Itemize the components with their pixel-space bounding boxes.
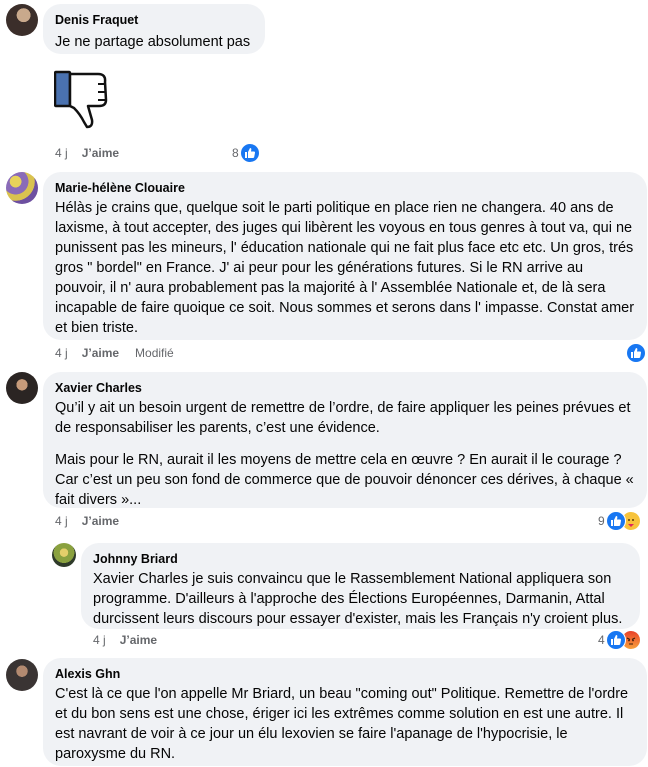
reaction-count: 8 bbox=[232, 146, 239, 160]
mention-link[interactable]: Xavier Charles bbox=[93, 571, 188, 587]
reaction-count: 9 bbox=[598, 514, 605, 528]
avatar[interactable] bbox=[6, 659, 38, 691]
comment-bubble: Alexis Ghn C'est là ce que l'on appelle … bbox=[43, 658, 647, 766]
comment-time[interactable]: 4 j bbox=[55, 514, 68, 528]
reply-bubble: Johnny Briard Xavier Charles je suis con… bbox=[81, 543, 640, 629]
comment-meta: 4 j J’aime bbox=[55, 146, 135, 160]
like-button[interactable]: J’aime bbox=[82, 146, 119, 160]
comment-time[interactable]: 4 j bbox=[55, 346, 68, 360]
like-reaction-icon bbox=[239, 143, 260, 163]
comment-author[interactable]: Marie-hélène Clouaire bbox=[55, 180, 635, 196]
comment-author[interactable]: Johnny Briard bbox=[93, 551, 628, 567]
avatar[interactable] bbox=[6, 4, 38, 36]
reaction-count: 4 bbox=[598, 633, 605, 647]
avatar[interactable] bbox=[52, 543, 76, 567]
thumbs-down-icon bbox=[53, 70, 110, 130]
comment-text: Je ne partage absolument pas bbox=[55, 34, 251, 50]
like-button[interactable]: J’aime bbox=[120, 633, 157, 647]
comment-paragraph: Qu’il y ait un besoin urgent de remettre… bbox=[55, 400, 631, 436]
comment-time[interactable]: 4 j bbox=[55, 146, 68, 160]
comment-text: Xavier Charles je suis convaincu que le … bbox=[93, 569, 628, 629]
comment-text: Qu’il y ait un besoin urgent de remettre… bbox=[55, 398, 635, 510]
comment-paragraph: Mais pour le RN, aurait il les moyens de… bbox=[55, 452, 634, 508]
comment-author[interactable]: Denis Fraquet bbox=[55, 12, 253, 28]
like-button[interactable]: J’aime bbox=[82, 514, 119, 528]
like-reaction-icon bbox=[626, 343, 646, 363]
like-reaction-icon bbox=[605, 630, 626, 650]
avatar[interactable] bbox=[6, 372, 38, 404]
comment-author[interactable]: Alexis Ghn bbox=[55, 666, 635, 682]
reaction-summary[interactable]: 9 bbox=[598, 511, 641, 531]
edited-label: Modifié bbox=[135, 346, 174, 360]
comment-bubble: Marie-hélène Clouaire Hélàs je crains qu… bbox=[43, 172, 647, 340]
comment-meta: 4 j J’aime bbox=[93, 633, 173, 647]
avatar[interactable] bbox=[6, 172, 38, 204]
comment-text: Hélàs je crains que, quelque soit le par… bbox=[55, 200, 635, 336]
comment-bubble: Denis Fraquet Je ne partage absolument p… bbox=[43, 4, 265, 54]
like-button[interactable]: J’aime bbox=[82, 346, 119, 360]
like-reaction-icon bbox=[605, 511, 626, 531]
comment-bubble: Xavier Charles Qu’il y ait un besoin urg… bbox=[43, 372, 647, 508]
comment-text: C'est là ce que l'on appelle Mr Briard, … bbox=[55, 686, 629, 762]
comment-meta: 4 j J’aime bbox=[55, 514, 135, 528]
reaction-summary[interactable] bbox=[626, 343, 646, 363]
comment-time[interactable]: 4 j bbox=[93, 633, 106, 647]
reaction-summary[interactable]: 4 bbox=[598, 630, 641, 650]
comment-author[interactable]: Xavier Charles bbox=[55, 380, 635, 396]
reaction-summary[interactable]: 8 bbox=[232, 143, 260, 163]
comment-meta: 4 j J’aime Modifié bbox=[55, 346, 174, 360]
